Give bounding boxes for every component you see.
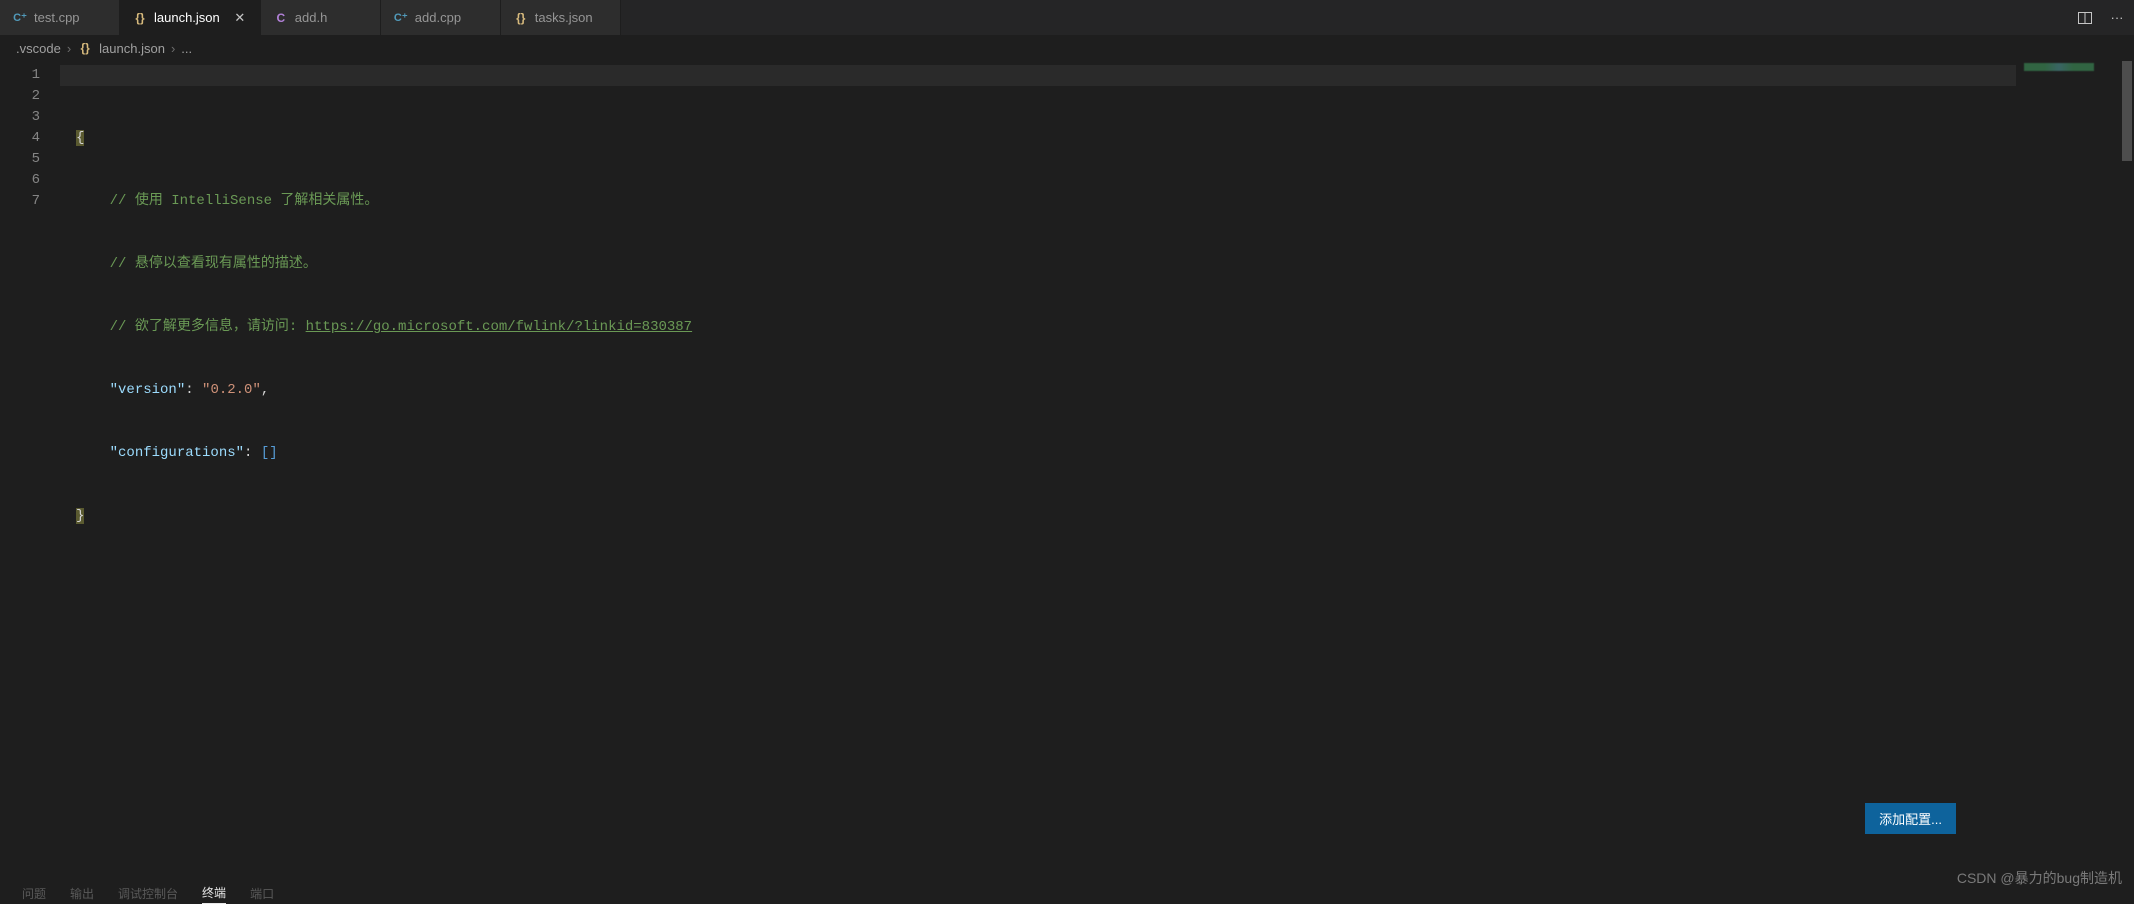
comment: // 悬停以查看现有属性的描述。 bbox=[110, 256, 317, 272]
breadcrumb-segment[interactable]: launch.json bbox=[99, 41, 165, 56]
breadcrumb[interactable]: .vscode › {} launch.json › ... bbox=[0, 35, 2134, 61]
brace-close: } bbox=[76, 508, 84, 524]
editor: 1 2 3 4 5 6 7 { // 使用 IntelliSense 了解相关属… bbox=[0, 61, 2134, 904]
tab-test-cpp[interactable]: C⁺ test.cpp bbox=[0, 0, 120, 35]
tab-label: launch.json bbox=[154, 10, 220, 25]
panel-tab-output[interactable]: 输出 bbox=[70, 885, 94, 904]
comment: // 欲了解更多信息，请访问: bbox=[110, 319, 306, 335]
cpp-file-icon: C⁺ bbox=[12, 10, 28, 26]
panel-tab-terminal[interactable]: 终端 bbox=[202, 884, 226, 904]
watermark-text: CSDN @暴力的bug制造机 bbox=[1957, 868, 2122, 888]
breadcrumb-segment[interactable]: ... bbox=[181, 41, 192, 56]
line-number: 1 bbox=[0, 65, 60, 86]
json-file-icon: {} bbox=[513, 10, 529, 26]
json-key: "configurations" bbox=[110, 445, 244, 461]
panel-tabs: 问题 输出 调试控制台 终端 端口 bbox=[22, 884, 274, 904]
minimap[interactable] bbox=[2016, 61, 2106, 904]
close-icon[interactable]: ✕ bbox=[232, 10, 248, 26]
scrollbar-thumb[interactable] bbox=[2122, 61, 2132, 161]
chevron-right-icon: › bbox=[67, 41, 71, 56]
json-file-icon: {} bbox=[132, 10, 148, 26]
json-key: "version" bbox=[110, 382, 186, 398]
tab-label: add.h bbox=[295, 10, 328, 25]
line-number-gutter: 1 2 3 4 5 6 7 bbox=[0, 61, 60, 904]
url-link[interactable]: https://go.microsoft.com/fwlink/?linkid=… bbox=[306, 319, 692, 335]
tab-launch-json[interactable]: {} launch.json ✕ bbox=[120, 0, 261, 35]
vertical-scrollbar[interactable] bbox=[2120, 61, 2134, 904]
more-icon: ··· bbox=[2111, 10, 2124, 25]
line-number: 2 bbox=[0, 86, 60, 107]
tab-label: tasks.json bbox=[535, 10, 593, 25]
code-content[interactable]: { // 使用 IntelliSense 了解相关属性。 // 悬停以查看现有属… bbox=[60, 61, 2016, 904]
editor-tabs: C⁺ test.cpp {} launch.json ✕ C add.h C⁺ … bbox=[0, 0, 2134, 35]
json-string: "0.2.0" bbox=[202, 382, 261, 398]
panel-tab-ports[interactable]: 端口 bbox=[250, 885, 274, 904]
brace-open: { bbox=[76, 130, 84, 146]
line-number: 4 bbox=[0, 128, 60, 149]
tab-add-cpp[interactable]: C⁺ add.cpp bbox=[381, 0, 501, 35]
tab-label: add.cpp bbox=[415, 10, 461, 25]
more-actions-button[interactable]: ··· bbox=[2106, 7, 2128, 29]
tab-tasks-json[interactable]: {} tasks.json bbox=[501, 0, 621, 35]
comment: // 使用 IntelliSense 了解相关属性。 bbox=[110, 193, 379, 209]
tab-label: test.cpp bbox=[34, 10, 80, 25]
json-array: [] bbox=[261, 445, 278, 461]
panel-tab-debug-console[interactable]: 调试控制台 bbox=[118, 885, 178, 904]
tab-actions: ··· bbox=[2074, 0, 2128, 35]
line-number: 6 bbox=[0, 170, 60, 191]
add-configuration-button[interactable]: 添加配置... bbox=[1865, 803, 1956, 834]
tab-add-h[interactable]: C add.h bbox=[261, 0, 381, 35]
c-file-icon: C bbox=[273, 10, 289, 26]
line-number: 5 bbox=[0, 149, 60, 170]
chevron-right-icon: › bbox=[171, 41, 175, 56]
minimap-content bbox=[2024, 63, 2094, 71]
line-number: 7 bbox=[0, 191, 60, 212]
panel-tab-problems[interactable]: 问题 bbox=[22, 885, 46, 904]
json-file-icon: {} bbox=[77, 40, 93, 56]
breadcrumb-segment[interactable]: .vscode bbox=[16, 41, 61, 56]
overview-ruler bbox=[2106, 61, 2120, 904]
line-number: 3 bbox=[0, 107, 60, 128]
current-line-highlight bbox=[60, 65, 2016, 86]
cpp-file-icon: C⁺ bbox=[393, 10, 409, 26]
split-editor-button[interactable] bbox=[2074, 7, 2096, 29]
